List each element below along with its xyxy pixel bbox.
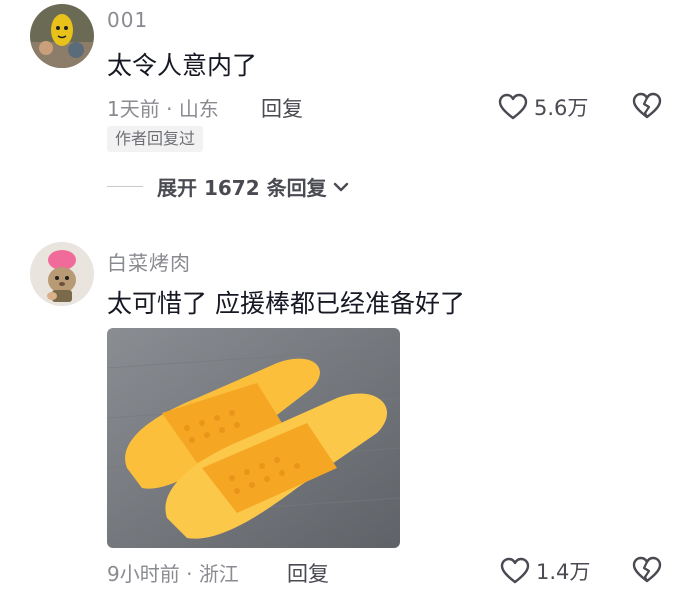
comment-location: 浙江 — [198, 562, 239, 586]
heart-outline-icon — [500, 557, 530, 584]
like-count: 5.6万 — [534, 96, 589, 120]
like-button[interactable]: 5.6万 — [498, 92, 588, 122]
broken-heart-icon[interactable] — [632, 556, 662, 584]
comment-text: 太令人意内了 — [107, 51, 258, 80]
comment-image[interactable] — [107, 328, 400, 548]
broken-heart-icon[interactable] — [632, 92, 662, 120]
comment-location: 山东 — [178, 97, 219, 121]
author-replied-badge: 作者回复过 — [107, 126, 204, 152]
comment-meta: 9小时前 · 浙江 — [107, 558, 239, 587]
meta-separator: · — [166, 97, 173, 121]
like-count: 1.4万 — [536, 560, 591, 584]
comment-username[interactable]: 白菜烤肉 — [107, 247, 191, 276]
expand-replies-button[interactable]: 展开 1672 条回复 — [107, 172, 349, 201]
like-button[interactable]: 1.4万 — [500, 556, 590, 586]
comment-time: 1天前 — [107, 97, 160, 121]
comment-text: 太可惜了 应援棒都已经准备好了 — [107, 289, 465, 318]
lemon-avatar-icon — [30, 4, 94, 68]
avatar-baicai[interactable] — [30, 242, 94, 306]
comment-time: 9小时前 — [107, 562, 180, 586]
expand-divider — [107, 186, 143, 187]
comment-username[interactable]: 001 — [107, 8, 148, 32]
avatar-001[interactable] — [30, 4, 94, 68]
meta-separator: · — [186, 562, 193, 586]
chevron-down-icon — [333, 182, 348, 191]
expand-label: 展开 1672 条回复 — [157, 176, 327, 200]
heart-outline-icon — [498, 93, 528, 120]
slippers-image — [107, 328, 400, 548]
reply-button[interactable]: 回复 — [261, 93, 303, 123]
pink-cat-avatar-icon — [30, 242, 94, 306]
comment-meta: 1天前 · 山东 — [107, 93, 219, 122]
reply-button[interactable]: 回复 — [287, 558, 329, 588]
